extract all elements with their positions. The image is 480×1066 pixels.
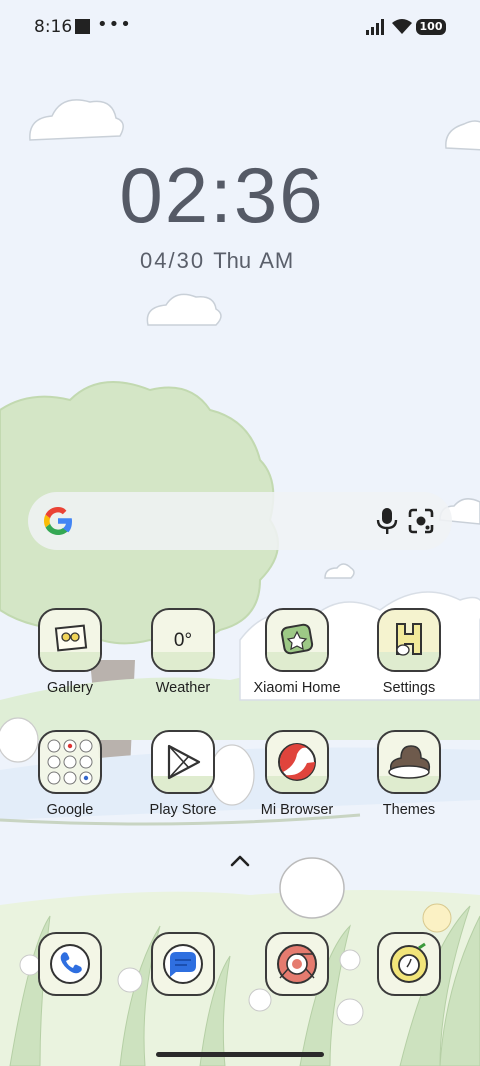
app-gallery[interactable]: Gallery xyxy=(14,608,126,696)
date-value: 04/30 xyxy=(140,248,206,273)
chrome-icon xyxy=(265,932,329,996)
status-time: 8:16 xyxy=(34,17,73,37)
phone-icon xyxy=(38,932,102,996)
google-logo-icon xyxy=(44,507,72,535)
gallery-icon xyxy=(38,608,102,672)
app-label: Settings xyxy=(382,680,436,696)
weather-temperature: 0° xyxy=(173,630,193,651)
lens-icon[interactable] xyxy=(408,508,434,534)
themes-icon xyxy=(377,730,441,794)
am-pm: AM xyxy=(259,248,295,273)
mi-browser-icon xyxy=(265,730,329,794)
status-bar: 8:16 ••• 100 xyxy=(0,14,480,44)
google-search-bar[interactable] xyxy=(28,492,452,550)
app-label: Gallery xyxy=(47,680,93,696)
app-settings[interactable]: Settings xyxy=(353,608,465,696)
app-label: Google xyxy=(46,802,94,818)
mic-icon[interactable] xyxy=(376,507,398,535)
app-folder-google[interactable]: Google xyxy=(14,730,126,818)
app-mi-browser[interactable]: Mi Browser xyxy=(241,730,353,818)
play-store-icon xyxy=(151,730,215,794)
app-label: Xiaomi Home xyxy=(253,680,341,696)
xiaomi-home-icon xyxy=(265,608,329,672)
battery-icon: 100 xyxy=(416,19,446,35)
google-folder-icon xyxy=(38,730,102,794)
settings-icon xyxy=(377,608,441,672)
app-xiaomi-home[interactable]: Xiaomi Home xyxy=(241,608,353,696)
app-label: Play Store xyxy=(149,802,217,818)
app-themes[interactable]: Themes xyxy=(353,730,465,818)
clock-date[interactable]: 04/30 Thu AM xyxy=(140,248,294,274)
dock-chrome[interactable] xyxy=(241,932,353,996)
weekday: Thu xyxy=(213,248,252,273)
signal-icon xyxy=(366,19,384,35)
dock-messages[interactable] xyxy=(127,932,239,996)
wifi-icon xyxy=(392,19,412,34)
weather-icon: 0° xyxy=(151,608,215,672)
gesture-navigation-bar[interactable] xyxy=(156,1052,324,1057)
more-notifications-icon: ••• xyxy=(97,14,132,35)
app-label: Mi Browser xyxy=(260,802,334,818)
camera-icon xyxy=(377,932,441,996)
messages-icon xyxy=(151,932,215,996)
app-label: Themes xyxy=(382,802,436,818)
app-label: Weather xyxy=(155,680,211,696)
dock-phone[interactable] xyxy=(14,932,126,996)
notification-icon xyxy=(75,19,90,34)
app-weather[interactable]: 0° Weather xyxy=(127,608,239,696)
app-drawer-chevron-icon[interactable] xyxy=(229,852,251,868)
app-play-store[interactable]: Play Store xyxy=(127,730,239,818)
dock-camera[interactable] xyxy=(353,932,465,996)
clock-time[interactable]: 02:36 xyxy=(0,150,444,241)
